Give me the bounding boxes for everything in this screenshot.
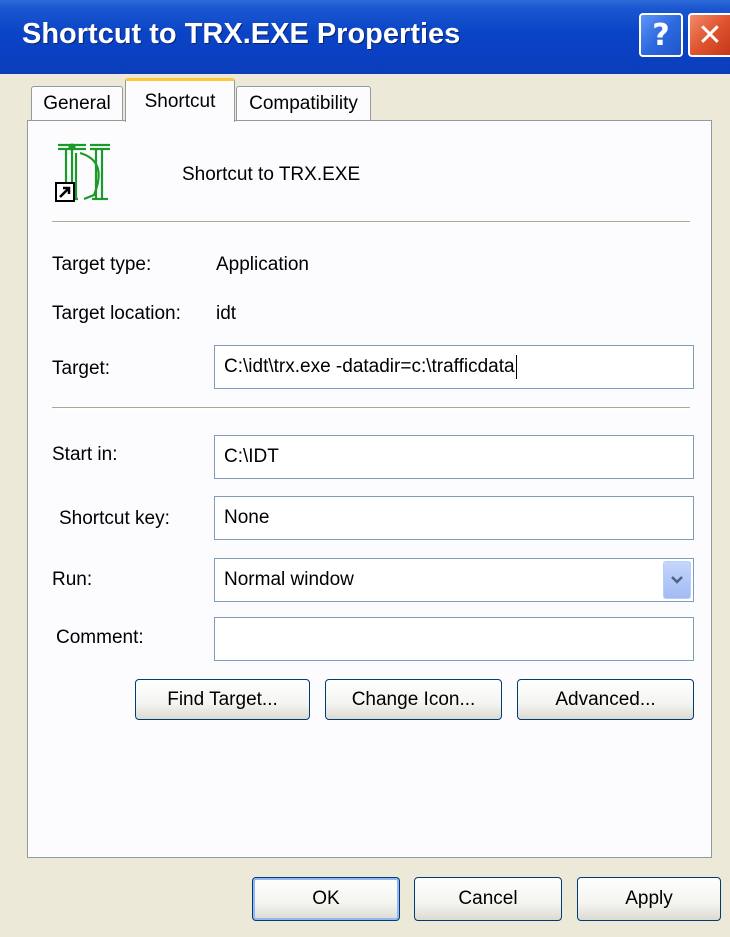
help-button[interactable]: ? [639,13,683,57]
close-button[interactable]: ✕ [688,13,730,57]
run-dropdown[interactable]: Normal window [214,558,694,602]
window-title: Shortcut to TRX.EXE Properties [22,18,461,50]
shortcut-key-field[interactable]: None [214,496,694,540]
start-in-field-text: C:\IDT [224,446,279,467]
start-in-label: Start in: [52,444,118,465]
find-target-button[interactable]: Find Target... [135,679,310,720]
target-label: Target: [52,358,111,379]
text-cursor [515,355,517,379]
tab-compatibility[interactable]: Compatibility [236,86,371,120]
target-location-label: Target location: [52,303,181,324]
title-bar[interactable]: Shortcut to TRX.EXE Properties ? ✕ [0,0,730,74]
shortcut-key-field-text: None [224,507,270,528]
comment-field[interactable] [214,617,694,661]
shortcut-key-label: Shortcut key: [59,508,170,529]
separator-middle [52,407,690,409]
tab-shortcut[interactable]: Shortcut [125,78,235,122]
help-icon: ? [652,17,670,53]
separator-top [52,221,690,223]
target-location-value: idt [216,303,237,324]
apply-button[interactable]: Apply [577,877,721,921]
close-icon: ✕ [697,17,723,53]
comment-label: Comment: [56,627,144,648]
run-label: Run: [52,569,93,590]
application-icon [55,143,110,202]
shortcut-panel: Shortcut to TRX.EXE Target type: Applica… [27,120,712,858]
shortcut-name: Shortcut to TRX.EXE [182,164,361,185]
start-in-field[interactable]: C:\IDT [214,435,694,479]
target-field[interactable]: C:\idt\trx.exe -datadir=c:\trafficdata [214,345,694,389]
run-dropdown-value: Normal window [224,569,354,590]
target-type-label: Target type: [52,254,152,275]
target-type-value: Application [216,254,309,275]
tab-general[interactable]: General [31,86,123,120]
cancel-button[interactable]: Cancel [414,877,562,921]
chevron-down-icon[interactable] [663,561,691,599]
change-icon-button[interactable]: Change Icon... [325,679,502,720]
advanced-button[interactable]: Advanced... [517,679,694,720]
ok-button[interactable]: OK [252,877,400,921]
target-field-text: C:\idt\trx.exe -datadir=c:\trafficdata [224,356,515,377]
